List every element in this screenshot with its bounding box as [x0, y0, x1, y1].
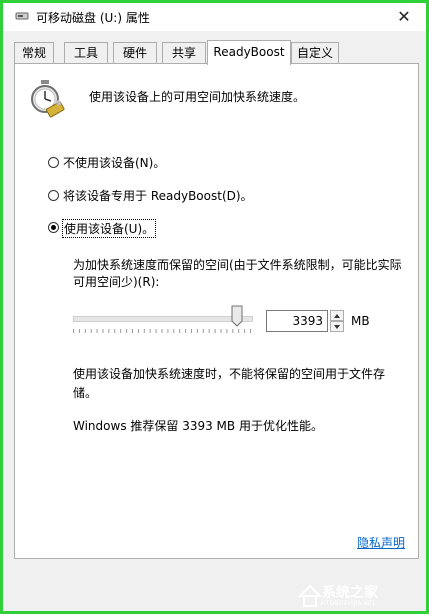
reserve-space-label-line1: 为加快系统速度而保留的空间(由于文件系统限制，可能比实际 — [73, 258, 402, 272]
privacy-statement-link[interactable]: 隐私声明 — [357, 534, 405, 551]
reserve-space-slider-track[interactable] — [73, 316, 253, 322]
tab-tools[interactable]: 工具 — [64, 42, 108, 63]
radio-do-not-use[interactable] — [48, 157, 59, 168]
tab-strip: 常规 工具 硬件 共享 ReadyBoost 自定义 — [14, 40, 419, 65]
tab-hardware[interactable]: 硬件 — [113, 42, 157, 63]
close-button[interactable]: ✕ — [382, 3, 426, 31]
spin-up-button[interactable] — [330, 310, 344, 321]
panel-header-text: 使用该设备上的可用空间加快系统速度。 — [89, 90, 306, 104]
radio-do-not-use-label[interactable]: 不使用该设备(N)。 — [63, 154, 165, 171]
radio-dedicate-device[interactable] — [48, 190, 59, 201]
properties-window: 可移动磁盘 (U:) 属性 ✕ 常规 工具 硬件 共享 ReadyBoost 自… — [3, 3, 426, 611]
tab-readyboost[interactable]: ReadyBoost — [207, 40, 291, 65]
window-title: 可移动磁盘 (U:) 属性 — [36, 11, 150, 25]
removable-drive-icon — [15, 12, 29, 20]
recommendation-text: Windows 推荐保留 3393 MB 用于优化性能。 — [73, 419, 323, 433]
tab-sharing[interactable]: 共享 — [162, 42, 206, 63]
readyboost-panel: 使用该设备上的可用空间加快系统速度。 不使用该设备(N)。 将该设备专用于 Re… — [14, 63, 419, 559]
radio-use-device-label[interactable]: 使用该设备(U)。 — [62, 219, 157, 238]
radio-dedicate-device-label[interactable]: 将该设备专用于 ReadyBoost(D)。 — [63, 187, 253, 204]
watermark-text: 系统之家 — [322, 585, 378, 601]
tab-customize[interactable]: 自定义 — [291, 42, 339, 63]
reserve-space-slider-thumb[interactable] — [231, 305, 243, 327]
watermark-subtext: XITONGZHIJIA.NET — [320, 600, 376, 607]
spin-down-button[interactable] — [330, 321, 344, 332]
reserve-unit-label: MB — [351, 314, 370, 328]
slider-ticks — [73, 329, 251, 333]
title-bar[interactable]: 可移动磁盘 (U:) 属性 ✕ — [3, 3, 426, 31]
radio-use-device[interactable] — [48, 222, 59, 233]
note-text-line1: 使用该设备加快系统速度时，不能将保留的空间用于文件存 — [73, 367, 386, 381]
tab-general[interactable]: 常规 — [14, 42, 54, 63]
readyboost-stopwatch-icon — [31, 80, 65, 118]
note-text-line2: 储。 — [73, 386, 98, 400]
reserve-space-input[interactable]: 3393 — [266, 310, 328, 332]
reserve-space-label-line2: 可用空间少)(R): — [73, 275, 160, 289]
